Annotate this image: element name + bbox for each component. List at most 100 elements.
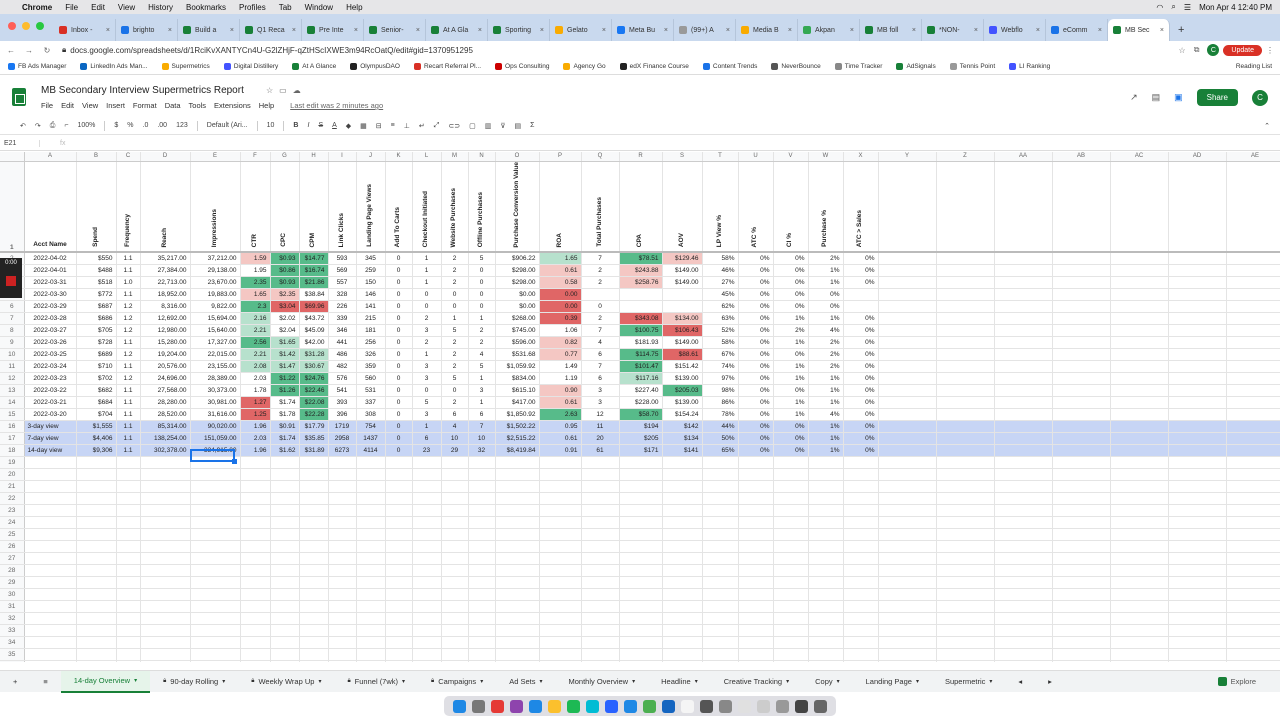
table-cell[interactable]: 0	[385, 276, 413, 289]
browser-tab[interactable]: Akpan ×	[798, 19, 860, 41]
minimize-window-icon[interactable]	[22, 22, 30, 30]
empty-cell[interactable]	[702, 636, 739, 649]
empty-cell[interactable]	[1110, 396, 1169, 409]
table-cell[interactable]: 1719	[328, 420, 357, 433]
close-tab-icon[interactable]: ×	[106, 27, 110, 34]
table-cell[interactable]: 0%	[738, 420, 774, 433]
table-cell[interactable]: 531	[356, 384, 386, 397]
table-cell[interactable]: $227.40	[619, 384, 663, 397]
empty-cell[interactable]	[773, 564, 809, 577]
empty-cell[interactable]	[936, 648, 995, 661]
empty-cell[interactable]	[495, 492, 540, 505]
font-size-select[interactable]: 10	[267, 122, 275, 129]
empty-cell[interactable]	[412, 612, 442, 625]
browser-tab[interactable]: Build a ×	[178, 19, 240, 41]
empty-cell[interactable]	[936, 468, 995, 481]
table-cell[interactable]: 6	[412, 432, 442, 445]
empty-cell[interactable]	[385, 660, 413, 662]
table-cell[interactable]: 45%	[702, 288, 739, 301]
table-cell[interactable]: 1.96	[240, 420, 271, 433]
empty-cell[interactable]	[116, 624, 141, 637]
star-icon[interactable]: ☆	[266, 86, 273, 95]
empty-cell[interactable]	[738, 564, 774, 577]
empty-cell[interactable]	[878, 288, 937, 301]
empty-cell[interactable]	[662, 480, 703, 493]
table-cell[interactable]: $550	[76, 252, 117, 265]
table-cell[interactable]: $686	[76, 312, 117, 325]
row-number[interactable]: 22	[0, 492, 25, 505]
empty-cell[interactable]	[1052, 528, 1111, 541]
sheet-tab[interactable]: Landing Page ▾	[853, 671, 932, 693]
empty-cell[interactable]	[356, 456, 386, 469]
empty-cell[interactable]	[994, 468, 1053, 481]
empty-cell[interactable]	[994, 288, 1053, 301]
table-cell[interactable]: 1%	[773, 336, 809, 349]
empty-cell[interactable]	[356, 564, 386, 577]
table-cell[interactable]: 2022-03-31	[24, 276, 77, 289]
empty-cell[interactable]	[412, 528, 442, 541]
menu-window[interactable]: Window	[305, 3, 333, 12]
empty-cell[interactable]	[773, 492, 809, 505]
empty-cell[interactable]	[495, 600, 540, 613]
browser-tab[interactable]: eComm ×	[1046, 19, 1108, 41]
empty-cell[interactable]	[843, 576, 879, 589]
table-cell[interactable]: $141	[662, 444, 703, 457]
bookmark-item[interactable]: Tennis Point	[949, 63, 995, 70]
empty-cell[interactable]	[1168, 660, 1227, 662]
table-cell[interactable]: $1.26	[270, 384, 300, 397]
row-number[interactable]: 35	[0, 648, 25, 661]
browser-tab[interactable]: Q1 Reca ×	[240, 19, 302, 41]
table-cell[interactable]: 58%	[702, 252, 739, 265]
table-cell[interactable]: $149.00	[662, 336, 703, 349]
table-cell[interactable]: $268.00	[495, 312, 540, 325]
table-cell[interactable]: 2022-04-01	[24, 264, 77, 277]
empty-cell[interactable]	[299, 612, 329, 625]
table-cell[interactable]: 27,384.00	[140, 264, 191, 277]
empty-cell[interactable]	[1110, 300, 1169, 313]
currency-button[interactable]: $	[114, 122, 118, 129]
empty-cell[interactable]	[240, 588, 271, 601]
dock-app-icon[interactable]	[567, 699, 580, 713]
header-cell[interactable]: CPM	[299, 161, 329, 254]
table-cell[interactable]: $596.00	[495, 336, 540, 349]
empty-cell[interactable]	[936, 612, 995, 625]
empty-cell[interactable]	[773, 552, 809, 565]
empty-cell[interactable]	[385, 564, 413, 577]
column-header[interactable]: AD	[1168, 152, 1227, 162]
table-cell[interactable]: $0.86	[270, 264, 300, 277]
table-cell[interactable]: $518	[76, 276, 117, 289]
table-cell[interactable]: $728	[76, 336, 117, 349]
table-cell[interactable]: 2%	[773, 324, 809, 337]
row-number[interactable]: 29	[0, 576, 25, 589]
sheets-logo-icon[interactable]	[12, 88, 26, 106]
empty-cell[interactable]	[878, 576, 937, 589]
empty-cell[interactable]	[495, 528, 540, 541]
empty-cell[interactable]	[190, 660, 241, 662]
table-cell[interactable]: $2,515.22	[495, 432, 540, 445]
collapse-toolbar-icon[interactable]: ⌃	[1264, 122, 1270, 130]
empty-cell[interactable]	[581, 660, 620, 662]
empty-cell[interactable]	[581, 492, 620, 505]
menu-bookmarks[interactable]: Bookmarks	[186, 3, 226, 12]
table-cell[interactable]: 346	[328, 324, 357, 337]
table-cell[interactable]: 0	[385, 252, 413, 265]
empty-cell[interactable]	[878, 264, 937, 277]
percent-button[interactable]: %	[127, 122, 133, 129]
table-cell[interactable]: 1	[412, 420, 442, 433]
empty-cell[interactable]	[808, 636, 844, 649]
header-cell[interactable]: Purchase Conversion Value	[495, 161, 540, 254]
table-cell[interactable]: $106.43	[662, 324, 703, 337]
empty-cell[interactable]	[702, 576, 739, 589]
empty-cell[interactable]	[994, 444, 1053, 457]
table-cell[interactable]: $171	[619, 444, 663, 457]
table-cell[interactable]: 146	[356, 288, 386, 301]
table-cell[interactable]: $684	[76, 396, 117, 409]
header-cell[interactable]: Impressions	[190, 161, 241, 254]
column-header[interactable]: K	[385, 152, 413, 162]
empty-cell[interactable]	[1110, 384, 1169, 397]
bookmark-star-icon[interactable]: ☆	[1179, 46, 1186, 55]
empty-cell[interactable]	[76, 600, 117, 613]
sheet-tab[interactable]: 🔒︎ Campaigns ▾	[418, 671, 496, 693]
empty-cell[interactable]	[773, 516, 809, 529]
dock-app-icon[interactable]	[586, 699, 599, 713]
